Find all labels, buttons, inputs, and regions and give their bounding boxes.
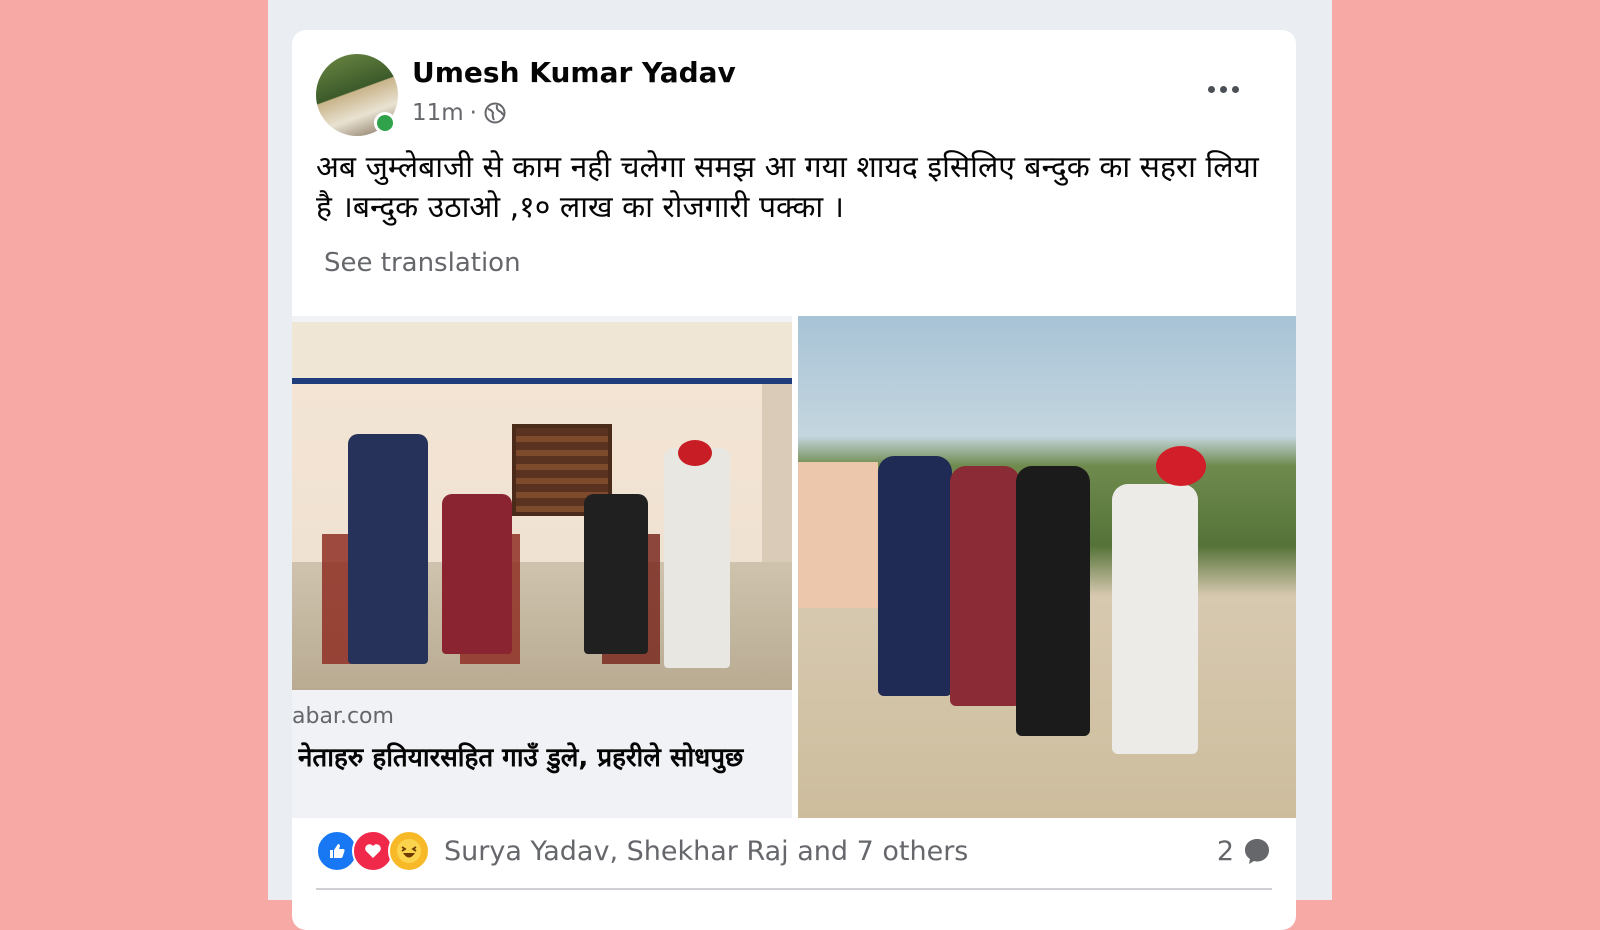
link-headline[interactable]: नेताहरु हतियारसहित गाउँ डुले, प्रहरीले स… — [298, 738, 792, 774]
more-options-button[interactable] — [1198, 74, 1248, 104]
more-dot — [1207, 85, 1215, 93]
author-avatar[interactable] — [316, 54, 398, 136]
reaction-icons[interactable] — [316, 830, 430, 872]
post-text: अब जुम्लेबाजी से काम नही चलेगा समझ आ गया… — [316, 150, 1259, 225]
comment-count[interactable]: 2 — [1217, 836, 1272, 867]
author-name[interactable]: Umesh Kumar Yadav — [412, 56, 736, 89]
link-preview[interactable]: abar.com नेताहरु हतियारसहित गाउँ डुले, प… — [292, 316, 792, 818]
globe-icon[interactable] — [483, 101, 507, 125]
post-card: Umesh Kumar Yadav 11m · अब जुम्लेबाजी से… — [292, 30, 1296, 930]
person — [442, 494, 512, 654]
reactions-row: Surya Yadav, Shekhar Raj and 7 others 2 — [316, 818, 1272, 884]
person — [584, 494, 648, 654]
link-preview-image[interactable] — [292, 322, 792, 690]
online-status-dot — [374, 112, 396, 134]
link-domain: abar.com — [292, 704, 394, 729]
post-meta: 11m · — [412, 98, 507, 128]
divider — [316, 888, 1272, 890]
person — [950, 466, 1020, 706]
person — [664, 448, 730, 668]
person — [878, 456, 952, 696]
post-photo[interactable] — [798, 316, 1296, 818]
comment-count-value: 2 — [1216, 835, 1234, 867]
meta-separator: · — [469, 100, 477, 126]
person — [348, 434, 428, 664]
haha-icon — [388, 830, 430, 872]
more-dot — [1219, 85, 1227, 93]
compound-wall — [798, 462, 878, 608]
post-timestamp[interactable]: 11m — [412, 100, 464, 126]
more-dot — [1231, 85, 1239, 93]
building-pillar — [762, 384, 792, 562]
person — [678, 440, 712, 466]
media-row: abar.com नेताहरु हतियारसहित गाउँ डुले, प… — [292, 316, 1296, 818]
person — [1112, 484, 1198, 754]
reaction-names[interactable]: Surya Yadav, Shekhar Raj and 7 others — [444, 836, 968, 867]
see-translation-link[interactable]: See translation — [324, 248, 521, 278]
person — [1016, 466, 1090, 736]
person — [1156, 446, 1206, 486]
comment-icon — [1245, 839, 1269, 864]
